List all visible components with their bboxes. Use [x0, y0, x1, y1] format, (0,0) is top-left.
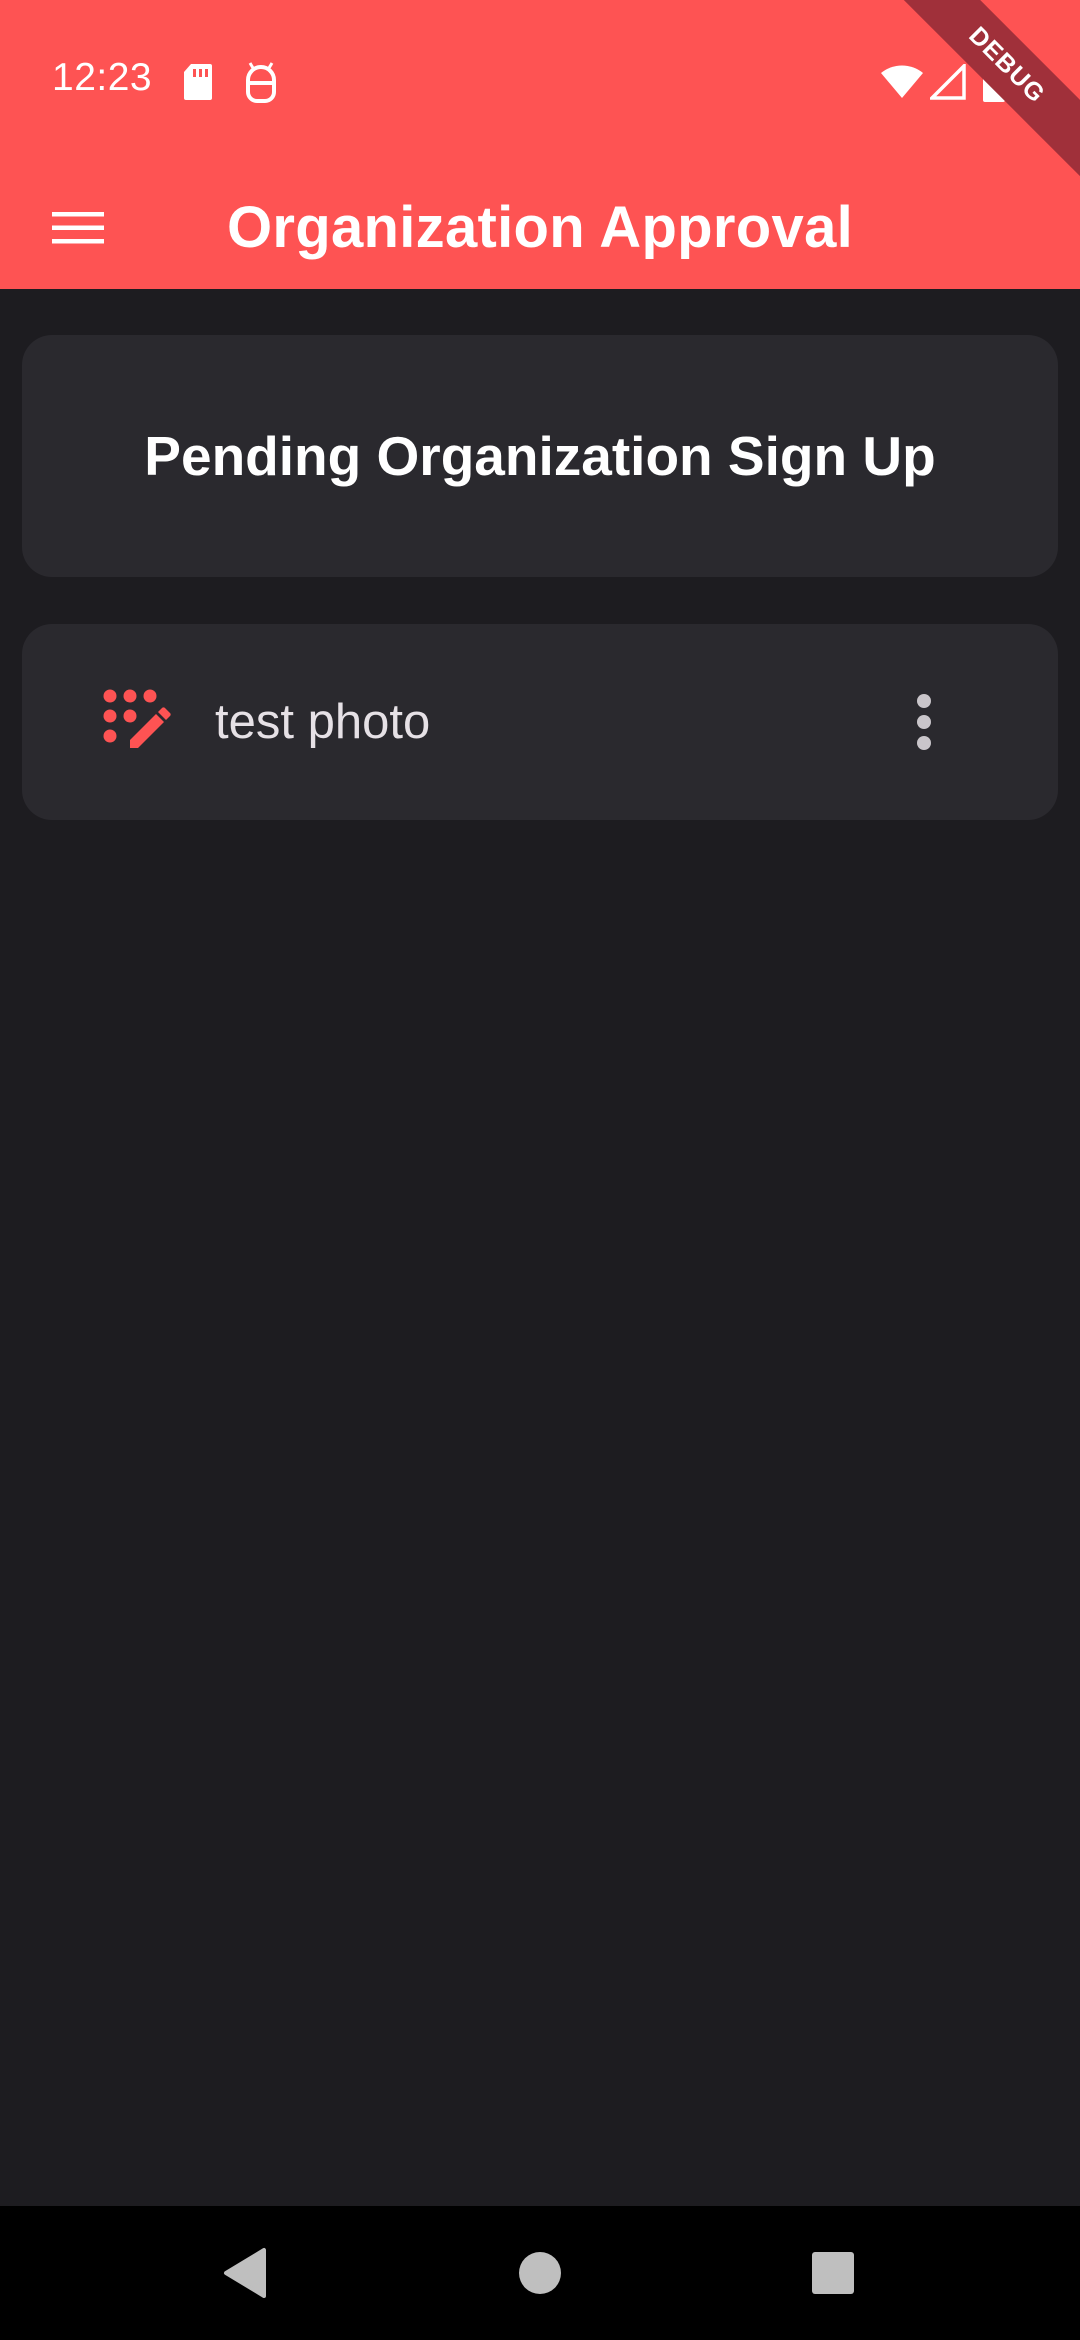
app-bar: Organization Approval — [0, 166, 1080, 289]
list-item[interactable]: test photo — [22, 624, 1058, 820]
nav-home-button[interactable] — [497, 2230, 583, 2316]
pending-header-card: Pending Organization Sign Up — [22, 335, 1058, 577]
status-bar: 12:23 — [0, 0, 1080, 166]
nav-back-button[interactable] — [202, 2230, 288, 2316]
recents-square-icon — [812, 2252, 854, 2294]
top-bar: 12:23 Organization Approval DEBUG — [0, 0, 1080, 289]
hamburger-menu-icon — [52, 212, 104, 244]
more-options-button[interactable] — [878, 676, 970, 768]
menu-button[interactable] — [30, 180, 126, 276]
cell-signal-icon — [927, 61, 966, 105]
screen: 12:23 Organization Approval DEBUG Pendin… — [0, 0, 1080, 2340]
navigation-bar — [0, 2206, 1080, 2340]
sd-card-icon — [182, 62, 214, 107]
nav-recents-button[interactable] — [790, 2230, 876, 2316]
android-debug-icon — [243, 62, 279, 109]
draw-dots-pencil-icon — [100, 688, 172, 760]
wifi-icon — [880, 64, 924, 105]
pending-card-title: Pending Organization Sign Up — [144, 425, 936, 487]
status-time: 12:23 — [52, 56, 153, 99]
home-circle-icon — [519, 2252, 561, 2294]
back-triangle-icon — [224, 2248, 266, 2298]
page-title: Organization Approval — [226, 195, 854, 260]
more-vertical-icon — [917, 694, 931, 750]
list-item-label: test photo — [215, 695, 431, 749]
